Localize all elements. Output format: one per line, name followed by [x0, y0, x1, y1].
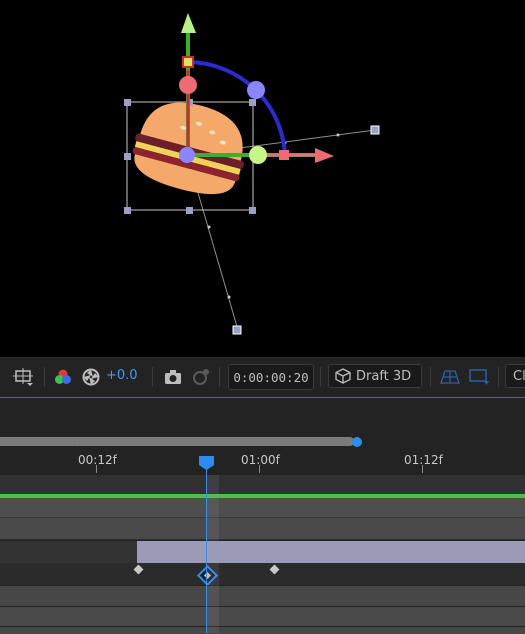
hamburger-icon [132, 102, 245, 194]
exposure-value[interactable]: +0.0 [106, 368, 138, 383]
ruler-label: 01:12f [404, 453, 443, 467]
time-navigator-end-handle[interactable] [352, 437, 362, 447]
ruler-label: 00:12f [78, 453, 117, 467]
anchor-point [179, 147, 195, 163]
truncated-toolbar-button[interactable]: Cl [505, 364, 525, 388]
playhead-shadow [207, 475, 219, 633]
fit-icon[interactable] [0, 366, 6, 388]
layer-track[interactable] [0, 585, 525, 606]
viewer-toolbar: +0.0 0:00:00:20 Draft 3D Cl [0, 357, 525, 396]
time-navigator-bar[interactable] [0, 437, 354, 446]
time-ruler[interactable]: 00:12f 01:00f 01:12f [0, 451, 525, 476]
current-time-indicator-line[interactable] [206, 457, 207, 633]
property-track[interactable] [0, 563, 525, 585]
layer-duration-bar[interactable] [137, 541, 525, 563]
ruler-label: 01:00f [241, 453, 280, 467]
ruler-tick [96, 465, 97, 473]
panel-focus-line [0, 397, 525, 398]
layer-track[interactable] [0, 498, 525, 518]
draft-3d-button[interactable]: Draft 3D [328, 364, 422, 388]
exposure-reset-icon[interactable] [80, 366, 102, 388]
cube-icon [335, 368, 351, 384]
current-time-display[interactable]: 0:00:00:20 [228, 364, 314, 390]
show-snapshot-icon[interactable] [190, 366, 212, 388]
work-area-row[interactable] [0, 475, 525, 494]
ruler-tick [259, 465, 260, 473]
gizmo-rotate-x-handle [179, 76, 197, 94]
navigator-current-time-marker [77, 437, 78, 446]
timeline-panel: 00:12f 01:00f 01:12f [0, 395, 525, 634]
gizmo-rotate-y-handle [249, 146, 267, 164]
layer-track[interactable] [0, 606, 525, 627]
region-of-interest-icon[interactable] [12, 366, 36, 388]
ruler-tick [422, 465, 423, 473]
channel-icon[interactable] [52, 366, 74, 388]
composition-viewport[interactable] [0, 0, 525, 357]
draft-3d-label: Draft 3D [356, 368, 412, 384]
gizmo-rotate-z-handle [247, 81, 265, 99]
motion-path-tangent-handle[interactable] [232, 325, 242, 335]
camera-snapshot-icon[interactable] [162, 366, 184, 388]
layer-track[interactable] [0, 518, 525, 540]
ground-plane-icon[interactable] [439, 366, 461, 388]
motion-path-tangent-handle[interactable] [370, 125, 380, 135]
extended-viewer-icon[interactable] [467, 366, 491, 388]
